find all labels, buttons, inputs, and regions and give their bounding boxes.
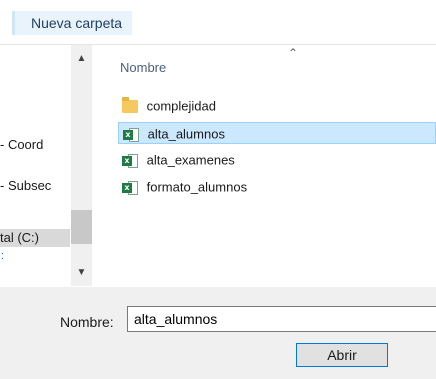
nav-scrollbar-thumb[interactable] [71, 210, 92, 244]
chevron-down-icon[interactable]: ▼ [71, 266, 92, 280]
file-row[interactable]: complejidad [118, 95, 436, 117]
nav-item-subsec[interactable]: - Subsec [0, 177, 51, 195]
excel-file-icon: x [122, 153, 138, 169]
file-name: alta_examenes [146, 152, 235, 168]
sort-caret-icon: ⌃ [288, 46, 299, 60]
filename-label: Nombre: [60, 314, 114, 330]
file-name: formato_alumnos [146, 179, 248, 195]
open-button[interactable]: Abrir [296, 343, 388, 367]
file-name: alta_alumnos [147, 126, 225, 142]
nav-fragment: : [1, 250, 5, 262]
new-folder-button[interactable]: Nueva carpeta [15, 11, 133, 35]
file-name: complejidad [146, 98, 216, 114]
file-row[interactable]: x formato_alumnos [118, 176, 436, 198]
nav-scrollbar[interactable] [71, 45, 92, 286]
file-row[interactable]: x alta_examenes [118, 149, 436, 171]
chevron-up-icon[interactable]: ▲ [71, 52, 92, 66]
file-row[interactable]: x alta_alumnos [118, 122, 436, 144]
toolbar: Nueva carpeta [0, 0, 436, 45]
column-header-name[interactable]: Nombre [120, 60, 166, 75]
folder-icon [122, 97, 138, 114]
filename-input[interactable] [127, 306, 436, 332]
excel-file-icon: x [122, 180, 138, 196]
nav-item-coord[interactable]: - Coord [0, 136, 43, 154]
nav-item-drive-c[interactable]: tal (C:) [0, 229, 70, 247]
excel-file-icon: x [123, 127, 139, 143]
